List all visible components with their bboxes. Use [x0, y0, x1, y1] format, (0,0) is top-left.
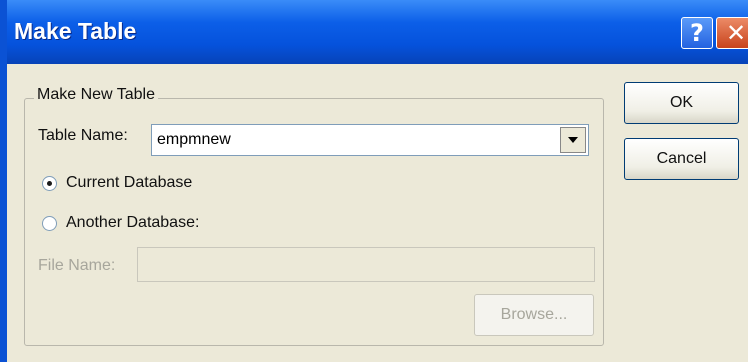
another-database-label[interactable]: Another Database: — [66, 214, 199, 232]
table-name-combobox[interactable]: empmnew — [151, 124, 589, 156]
combo-dropdown-button[interactable] — [560, 127, 586, 153]
cancel-button[interactable]: Cancel — [624, 138, 739, 180]
cancel-label: Cancel — [656, 150, 707, 167]
make-table-dialog: Make Table ? ✕ Make New Table Table Name… — [0, 0, 748, 362]
close-button[interactable]: ✕ — [716, 17, 748, 49]
browse-button: Browse... — [474, 294, 594, 336]
radio-selected-dot — [47, 181, 52, 186]
file-name-field — [137, 247, 595, 282]
table-name-label: Table Name: — [38, 127, 128, 144]
close-icon: ✕ — [725, 19, 747, 47]
help-button[interactable]: ? — [681, 17, 713, 49]
window-title: Make Table — [14, 18, 137, 44]
file-name-label: File Name: — [38, 257, 116, 274]
current-database-label[interactable]: Current Database — [66, 174, 192, 192]
ok-button[interactable]: OK — [624, 82, 739, 124]
browse-label: Browse... — [500, 306, 568, 323]
ok-label: OK — [669, 94, 694, 111]
table-name-value: empmnew — [157, 131, 231, 148]
title-bar[interactable]: Make Table ? ✕ — [0, 0, 748, 64]
help-icon: ? — [690, 19, 704, 47]
window-left-border — [0, 0, 7, 362]
another-database-radio[interactable] — [42, 216, 57, 231]
group-legend: Make New Table — [34, 86, 158, 104]
chevron-down-icon — [568, 137, 578, 143]
current-database-radio[interactable] — [42, 176, 57, 191]
